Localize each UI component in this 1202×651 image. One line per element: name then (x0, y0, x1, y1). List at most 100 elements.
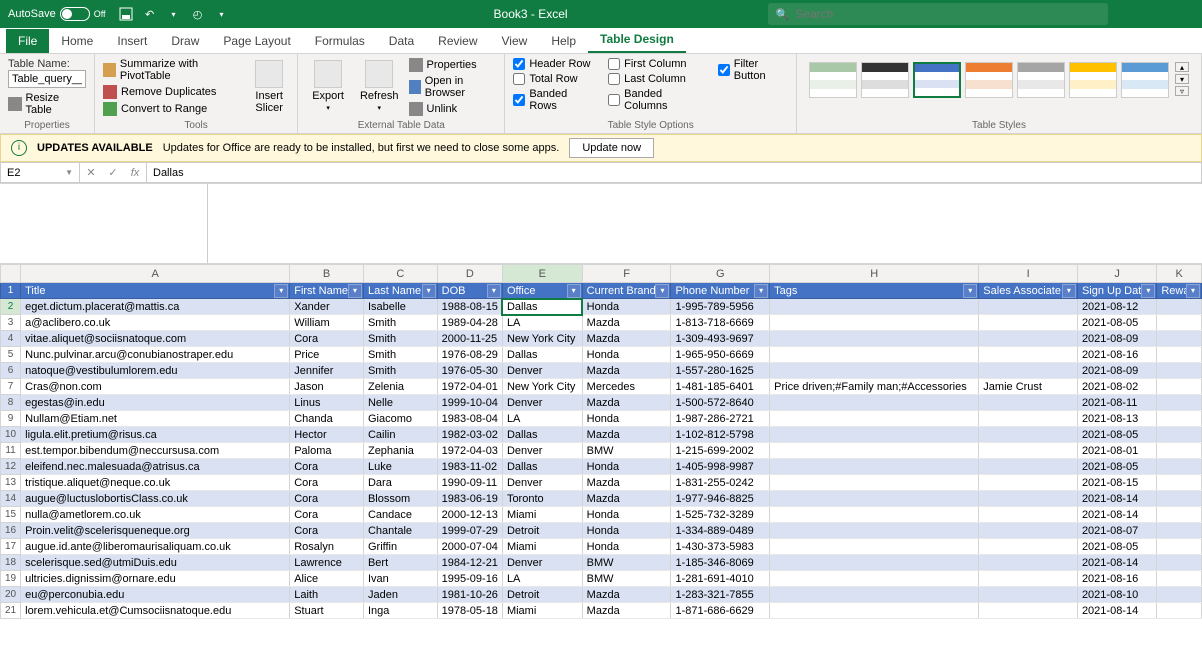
cell-K17[interactable] (1157, 539, 1202, 555)
cell-C16[interactable]: Chantale (363, 523, 437, 539)
cell-C15[interactable]: Candace (363, 507, 437, 523)
remove-duplicates-button[interactable]: Remove Duplicates (103, 85, 241, 99)
cell-G16[interactable]: 1-334-889-0489 (671, 523, 770, 539)
cell-B10[interactable]: Hector (290, 427, 364, 443)
row-header-20[interactable]: 20 (1, 587, 21, 603)
cell-K16[interactable] (1157, 523, 1202, 539)
row-header-18[interactable]: 18 (1, 555, 21, 571)
cell-H6[interactable] (770, 363, 979, 379)
cell-D19[interactable]: 1995-09-16 (437, 571, 502, 587)
cell-C10[interactable]: Cailin (363, 427, 437, 443)
row-header-9[interactable]: 9 (1, 411, 21, 427)
cell-F19[interactable]: BMW (582, 571, 671, 587)
undo-icon[interactable]: ↶ (138, 2, 162, 26)
cell-D11[interactable]: 1972-04-03 (437, 443, 502, 459)
cell-H5[interactable] (770, 347, 979, 363)
tab-view[interactable]: View (490, 29, 540, 53)
cell-B21[interactable]: Stuart (290, 603, 364, 619)
cell-J3[interactable]: 2021-08-05 (1077, 315, 1156, 331)
cell-J7[interactable]: 2021-08-02 (1077, 379, 1156, 395)
cell-F16[interactable]: Honda (582, 523, 671, 539)
cell-G5[interactable]: 1-965-950-6669 (671, 347, 770, 363)
cell-D16[interactable]: 1999-07-29 (437, 523, 502, 539)
banded-rows-check[interactable]: Banded Rows (513, 88, 592, 112)
cell-C19[interactable]: Ivan (363, 571, 437, 587)
tab-data[interactable]: Data (377, 29, 426, 53)
cell-C12[interactable]: Luke (363, 459, 437, 475)
table-style-4[interactable] (965, 62, 1013, 98)
cell-B17[interactable]: Rosalyn (290, 539, 364, 555)
gallery-up-icon[interactable]: ▴ (1175, 62, 1189, 72)
cell-C11[interactable]: Zephania (363, 443, 437, 459)
cell-I19[interactable] (979, 571, 1078, 587)
filter-icon[interactable]: ▾ (754, 284, 768, 298)
table-style-5[interactable] (1017, 62, 1065, 98)
filter-icon[interactable]: ▾ (1141, 284, 1155, 298)
cell-K5[interactable] (1157, 347, 1202, 363)
cell-E10[interactable]: Dallas (502, 427, 582, 443)
cell-K18[interactable] (1157, 555, 1202, 571)
cell-G4[interactable]: 1-309-493-9697 (671, 331, 770, 347)
row-header-5[interactable]: 5 (1, 347, 21, 363)
cell-H4[interactable] (770, 331, 979, 347)
cell-I18[interactable] (979, 555, 1078, 571)
cell-D17[interactable]: 2000-07-04 (437, 539, 502, 555)
table-header-rewar[interactable]: Rewar▾ (1157, 283, 1202, 299)
search-box[interactable]: 🔍 (768, 3, 1108, 25)
cell-E4[interactable]: New York City (502, 331, 582, 347)
export-button[interactable]: Export▾ (306, 58, 350, 116)
cell-B11[interactable]: Paloma (290, 443, 364, 459)
filter-icon[interactable]: ▾ (567, 284, 581, 298)
cell-B20[interactable]: Laith (290, 587, 364, 603)
redo-dropdown-icon[interactable]: ▾ (162, 2, 186, 26)
cell-G2[interactable]: 1-995-789-5956 (671, 299, 770, 315)
cell-C2[interactable]: Isabelle (363, 299, 437, 315)
cell-I5[interactable] (979, 347, 1078, 363)
table-style-6[interactable] (1069, 62, 1117, 98)
tab-insert[interactable]: Insert (105, 29, 159, 53)
cell-B14[interactable]: Cora (290, 491, 364, 507)
table-header-tags[interactable]: Tags▾ (770, 283, 979, 299)
cell-J11[interactable]: 2021-08-01 (1077, 443, 1156, 459)
cell-F21[interactable]: Mazda (582, 603, 671, 619)
cell-A6[interactable]: natoque@vestibulumlorem.edu (21, 363, 290, 379)
cell-F9[interactable]: Honda (582, 411, 671, 427)
table-header-dob[interactable]: DOB▾ (437, 283, 502, 299)
cell-D15[interactable]: 2000-12-13 (437, 507, 502, 523)
cancel-formula-icon[interactable]: ✕ (80, 166, 102, 179)
table-style-1[interactable] (809, 62, 857, 98)
cell-H15[interactable] (770, 507, 979, 523)
cell-K3[interactable] (1157, 315, 1202, 331)
cell-C4[interactable]: Smith (363, 331, 437, 347)
cell-A17[interactable]: augue.id.ante@liberomaurisaliquam.co.uk (21, 539, 290, 555)
cell-E15[interactable]: Miami (502, 507, 582, 523)
cell-J5[interactable]: 2021-08-16 (1077, 347, 1156, 363)
cell-E20[interactable]: Detroit (502, 587, 582, 603)
cell-E11[interactable]: Denver (502, 443, 582, 459)
cell-H9[interactable] (770, 411, 979, 427)
summarize-pivot-button[interactable]: Summarize with PivotTable (103, 58, 241, 82)
cell-F14[interactable]: Mazda (582, 491, 671, 507)
cell-J8[interactable]: 2021-08-11 (1077, 395, 1156, 411)
cell-I6[interactable] (979, 363, 1078, 379)
cell-A16[interactable]: Proin.velit@scelerisqueneque.org (21, 523, 290, 539)
cell-G10[interactable]: 1-102-812-5798 (671, 427, 770, 443)
cell-D21[interactable]: 1978-05-18 (437, 603, 502, 619)
cell-E3[interactable]: LA (502, 315, 582, 331)
cell-E16[interactable]: Detroit (502, 523, 582, 539)
cell-E14[interactable]: Toronto (502, 491, 582, 507)
cell-D13[interactable]: 1990-09-11 (437, 475, 502, 491)
filter-icon[interactable]: ▾ (422, 284, 436, 298)
banded-columns-check[interactable]: Banded Columns (608, 88, 702, 112)
cell-C8[interactable]: Nelle (363, 395, 437, 411)
cell-B13[interactable]: Cora (290, 475, 364, 491)
cell-I12[interactable] (979, 459, 1078, 475)
cell-D8[interactable]: 1999-10-04 (437, 395, 502, 411)
cell-B16[interactable]: Cora (290, 523, 364, 539)
cell-J12[interactable]: 2021-08-05 (1077, 459, 1156, 475)
cell-D2[interactable]: 1988-08-15 (437, 299, 502, 315)
cell-J21[interactable]: 2021-08-14 (1077, 603, 1156, 619)
cell-J13[interactable]: 2021-08-15 (1077, 475, 1156, 491)
row-header-14[interactable]: 14 (1, 491, 21, 507)
unlink-button[interactable]: Unlink (409, 102, 497, 116)
